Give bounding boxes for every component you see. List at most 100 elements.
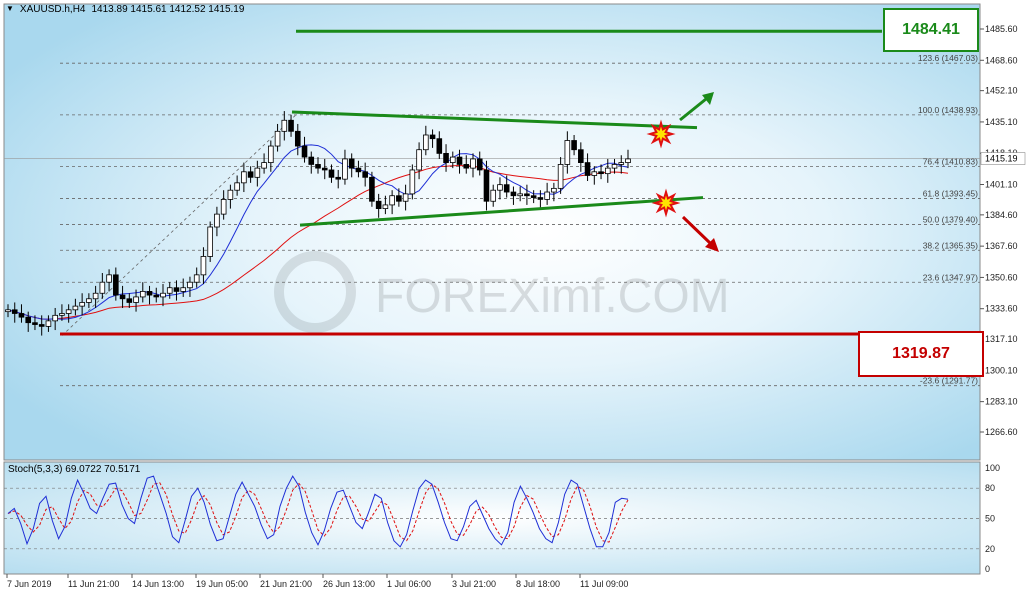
candle-body xyxy=(423,134,429,151)
candle-body xyxy=(200,256,207,276)
price-tick-label: 1452.10 xyxy=(985,86,1018,96)
support-price-label: 1319.87 xyxy=(858,331,984,377)
candle-body xyxy=(281,119,288,132)
candle-body xyxy=(38,324,45,327)
candle-body xyxy=(187,281,193,289)
price-tick-label: 1435.10 xyxy=(985,117,1018,127)
candle-body xyxy=(476,158,483,171)
time-tick-label: 7 Jun 2019 xyxy=(7,579,52,589)
candle-body xyxy=(328,169,335,178)
candle-body xyxy=(517,193,523,197)
candle-body xyxy=(180,287,187,292)
chevron-down-icon[interactable]: ▼ xyxy=(6,4,14,15)
time-tick-label: 21 Jun 21:00 xyxy=(260,579,312,589)
price-chart: FOREXimf.COM 123.6 (1467.03) 100.0 (1438.… xyxy=(0,0,1030,598)
candle-body xyxy=(342,158,348,180)
candle-body xyxy=(321,167,328,171)
candle-body xyxy=(362,171,368,178)
candle-body xyxy=(449,156,456,163)
candle-body xyxy=(153,294,160,298)
chart-header: ▼ XAUUSD.h,H4 1413.89 1415.61 1412.52 14… xyxy=(6,4,244,15)
candle-body xyxy=(86,298,92,303)
time-tick-label: 1 Jul 06:00 xyxy=(387,579,431,589)
candle-body xyxy=(382,204,389,210)
candle-body xyxy=(625,158,631,163)
candle-body xyxy=(18,313,25,318)
candle-body xyxy=(598,171,604,175)
price-tick-label: 1401.10 xyxy=(985,179,1018,189)
candle-body xyxy=(268,145,274,163)
candle-body xyxy=(139,291,146,298)
price-tick-label: 1468.60 xyxy=(985,55,1018,65)
price-tick-label: 1485.60 xyxy=(985,24,1018,34)
candle-body xyxy=(5,309,11,313)
watermark-text: FOREXimf.COM xyxy=(375,270,730,323)
candle-body xyxy=(65,309,72,314)
chart-window: FOREXimf.COM 123.6 (1467.03) 100.0 (1438.… xyxy=(0,0,1030,598)
candle-body xyxy=(503,184,510,193)
price-tick-label: 1350.60 xyxy=(985,272,1018,282)
candle-body xyxy=(537,197,544,200)
candle-body xyxy=(92,292,99,300)
candle-body xyxy=(429,134,436,140)
price-tick-label: 1266.60 xyxy=(985,427,1018,437)
candle-body xyxy=(25,316,32,324)
breakout-up-burst-icon xyxy=(646,119,676,149)
stoch-axis-label: 0 xyxy=(985,564,990,574)
candle-body xyxy=(409,169,416,195)
stoch-axis-label: 20 xyxy=(985,544,995,554)
ohlc-values: 1413.89 1415.61 1412.52 1415.19 xyxy=(91,4,245,15)
candle-body xyxy=(274,130,281,147)
candle-body xyxy=(207,226,213,257)
candle-body xyxy=(32,322,38,325)
candle-body xyxy=(288,119,294,132)
stoch-axis-label: 80 xyxy=(985,483,995,493)
candle-body xyxy=(72,305,79,311)
time-tick-label: 14 Jun 13:00 xyxy=(132,579,184,589)
candle-body xyxy=(611,164,618,169)
candle-body xyxy=(308,156,315,165)
candle-body xyxy=(456,156,463,165)
stochastic-header: Stoch(5,3,3) 69.0722 70.5171 xyxy=(8,464,141,475)
candle-body xyxy=(510,191,517,197)
candle-body xyxy=(234,182,240,191)
candle-body xyxy=(173,287,180,292)
candle-body xyxy=(261,162,267,169)
stochastic-plot-area xyxy=(3,461,981,575)
candle-body xyxy=(564,140,571,165)
candle-body xyxy=(402,193,409,202)
candle-body xyxy=(294,130,301,147)
candle-body xyxy=(59,313,65,316)
candle-body xyxy=(247,171,254,178)
time-tick-label: 11 Jul 09:00 xyxy=(580,579,628,589)
fib-level-label: 100.0 (1438.93) xyxy=(918,105,978,115)
candle-body xyxy=(45,320,52,327)
time-tick-label: 26 Jun 13:00 xyxy=(323,579,375,589)
candle-body xyxy=(335,176,342,180)
candle-body xyxy=(490,189,497,202)
candle-body xyxy=(578,149,584,163)
candle-body xyxy=(193,274,200,283)
fib-level-label: 50.0 (1379.40) xyxy=(923,214,978,224)
candle-body xyxy=(497,184,503,191)
candle-body xyxy=(113,274,119,296)
candle-body xyxy=(52,314,58,322)
candle-body xyxy=(416,149,422,171)
last-price-label: 1415.19 xyxy=(985,154,1018,164)
candle-body xyxy=(470,158,476,169)
candle-body xyxy=(369,176,375,202)
candle-body xyxy=(396,195,402,202)
candle-body xyxy=(348,158,355,169)
stoch-axis-label: 50 xyxy=(985,514,995,524)
candle-body xyxy=(584,162,591,176)
time-tick-label: 3 Jul 21:00 xyxy=(452,579,496,589)
candle-body xyxy=(524,193,530,197)
candle-body xyxy=(119,294,126,300)
price-tick-label: 1317.10 xyxy=(985,334,1018,344)
candle-body xyxy=(443,152,449,163)
candle-body xyxy=(530,195,537,198)
candle-body xyxy=(79,302,85,307)
price-tick-label: 1333.60 xyxy=(985,304,1018,314)
candle-body xyxy=(160,292,166,298)
candle-body xyxy=(214,213,220,228)
